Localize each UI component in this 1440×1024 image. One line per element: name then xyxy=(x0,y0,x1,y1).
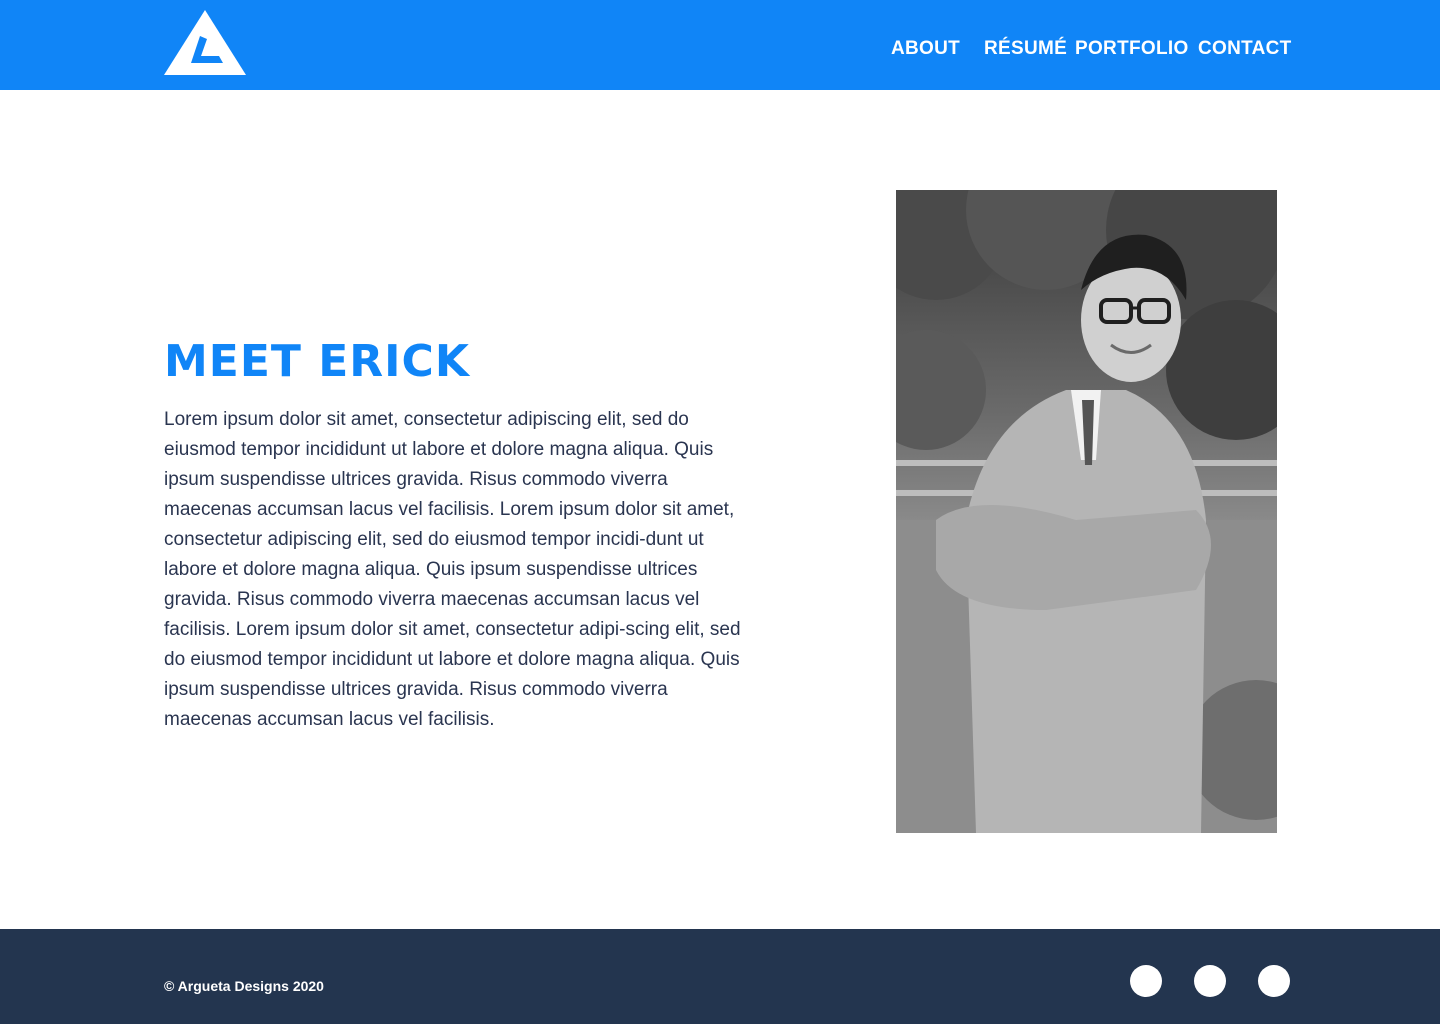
social-icon[interactable] xyxy=(1258,965,1290,997)
portrait-photo xyxy=(896,190,1277,833)
nav-about[interactable]: ABOUT xyxy=(891,36,960,62)
site-footer: © Argueta Designs 2020 xyxy=(0,929,1440,1024)
about-paragraph: Lorem ipsum dolor sit amet, consectetur … xyxy=(164,409,741,730)
copyright-text: © Argueta Designs 2020 xyxy=(164,978,324,994)
nav-contact[interactable]: CONTACT xyxy=(1198,36,1292,62)
page-title: MEET ERICK xyxy=(164,336,470,387)
nav-resume[interactable]: RÉSUMÉ xyxy=(984,36,1067,62)
social-icon[interactable] xyxy=(1130,965,1162,997)
social-icon[interactable] xyxy=(1194,965,1226,997)
nav-portfolio[interactable]: PORTFOLIO xyxy=(1075,36,1189,62)
logo-icon[interactable] xyxy=(164,10,246,75)
site-header: ABOUT RÉSUMÉ PORTFOLIO CONTACT xyxy=(0,0,1440,90)
